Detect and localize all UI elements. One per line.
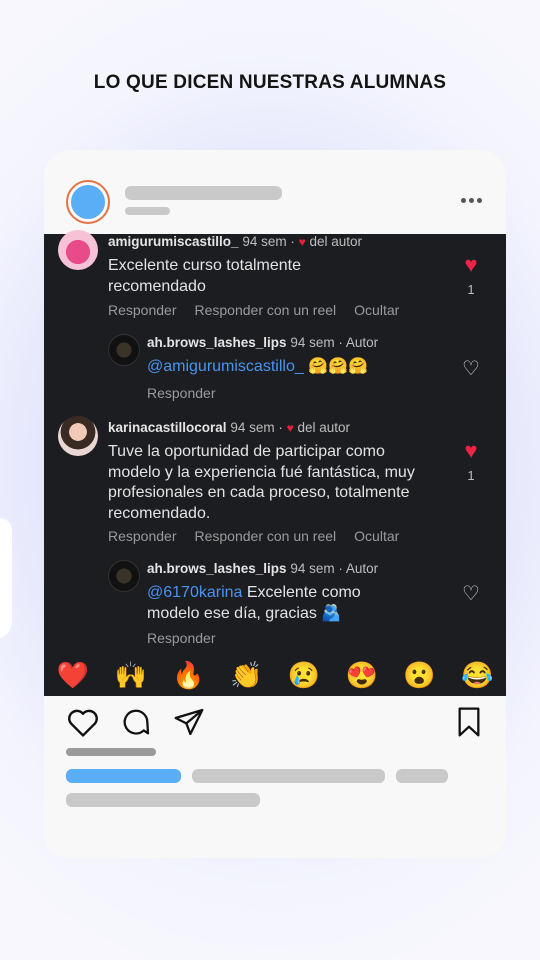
comment-username-row: karinacastillocoral 94 sem · ♥ del autor [108, 420, 350, 435]
emoji-clap[interactable]: 👏 [230, 660, 262, 691]
comment-icon[interactable] [120, 706, 152, 738]
comment-body: 🤗🤗🤗 [303, 358, 368, 375]
emoji-heart-eyes[interactable]: 😍 [345, 660, 377, 691]
comment-username-row: amigurumiscastillo_ 94 sem · ♥ del autor [108, 234, 362, 249]
caption-placeholder [66, 793, 260, 807]
more-icon[interactable] [461, 198, 482, 203]
reply-button[interactable]: Responder [147, 385, 216, 401]
commenter-avatar [58, 230, 98, 270]
mention-link[interactable]: @amigurumiscastillo_ [147, 358, 304, 375]
caption-placeholder [396, 769, 448, 783]
subtitle-placeholder [125, 207, 170, 215]
caption-highlight-bar [66, 769, 181, 783]
comment-text: Tuve la oportunidad de participar como m… [108, 443, 415, 522]
mention-link[interactable]: @6170karina [147, 584, 242, 601]
likes-placeholder [66, 748, 156, 756]
comment-actions: Responder Responder con un reel Ocultar [108, 302, 417, 318]
comment-like[interactable]: ♡ [460, 583, 482, 605]
emoji-fire[interactable]: 🔥 [172, 660, 204, 691]
comment-like[interactable]: ♥ 1 [460, 252, 482, 298]
like-count: 1 [467, 282, 475, 297]
comment-like[interactable]: ♡ [460, 358, 482, 380]
comment-text: Excelente curso totalmente recomendado [108, 257, 301, 295]
commenter-avatar [58, 416, 98, 456]
heart-icon: ♥ [298, 235, 306, 249]
post-image: amigurumiscastillo_ 94 sem · ♥ del autor… [44, 230, 506, 696]
emoji-heart[interactable]: ❤️ [57, 660, 89, 691]
emoji-laugh[interactable]: 😂 [461, 660, 493, 691]
heart-icon: ♥ [286, 421, 294, 435]
heart-icon: ♥ [464, 252, 478, 277]
comment-actions: Responder [147, 630, 234, 646]
hide-button[interactable]: Ocultar [354, 528, 399, 544]
heart-icon: ♥ [464, 438, 478, 463]
comment-username: karinacastillocoral [108, 420, 227, 435]
author-tag: del autor [297, 420, 351, 435]
comment-username: amigurumiscastillo_ [108, 234, 239, 249]
heart-outline-icon: ♡ [462, 583, 480, 605]
hide-button[interactable]: Ocultar [354, 302, 399, 318]
comment-username: ah.brows_lashes_lips [147, 561, 287, 576]
decorative-shape [0, 516, 12, 644]
emoji-surprised[interactable]: 😮 [403, 660, 435, 691]
comment-meta: 94 sem · [230, 420, 283, 435]
post-card: amigurumiscastillo_ 94 sem · ♥ del autor… [44, 150, 506, 858]
bookmark-icon[interactable] [454, 706, 484, 738]
emoji-raised-hands[interactable]: 🙌 [114, 660, 146, 691]
comment-text: @6170karina Excelente como modelo ese dí… [147, 583, 397, 624]
comment-username-row: ah.brows_lashes_lips 94 sem · Autor [147, 561, 378, 576]
comment-meta: 94 sem · Autor [290, 335, 379, 350]
avatar[interactable] [66, 180, 110, 224]
commenter-avatar [108, 560, 140, 592]
like-count: 1 [467, 468, 475, 483]
comment-meta: 94 sem · [242, 234, 295, 249]
reply-reel-button[interactable]: Responder con un reel [195, 528, 337, 544]
reply-reel-button[interactable]: Responder con un reel [195, 302, 337, 318]
emoji-cry[interactable]: 😢 [288, 660, 320, 691]
emoji-reaction-bar: ❤️ 🙌 🔥 👏 😢 😍 😮 😂 [44, 654, 506, 696]
caption-placeholder [192, 769, 385, 783]
username-placeholder [125, 186, 282, 200]
commenter-avatar [108, 334, 140, 366]
comment-username: ah.brows_lashes_lips [147, 335, 287, 350]
comment-actions: Responder Responder con un reel Ocultar [108, 528, 417, 544]
share-icon[interactable] [172, 706, 206, 738]
comment-username-row: ah.brows_lashes_lips 94 sem · Autor [147, 335, 378, 350]
comment-text: @amigurumiscastillo_ 🤗🤗🤗 [147, 357, 437, 378]
comment-actions: Responder [147, 385, 234, 401]
heart-outline-icon: ♡ [462, 358, 480, 380]
reply-button[interactable]: Responder [147, 630, 216, 646]
author-tag: del autor [309, 234, 363, 249]
comment-like[interactable]: ♥ 1 [460, 438, 482, 484]
post-actions [66, 706, 486, 740]
reply-button[interactable]: Responder [108, 528, 177, 544]
reply-button[interactable]: Responder [108, 302, 177, 318]
comment-meta: 94 sem · Autor [290, 561, 379, 576]
heart-icon[interactable] [66, 706, 100, 738]
page-title: LO QUE DICEN NUESTRAS ALUMNAS [93, 72, 447, 93]
